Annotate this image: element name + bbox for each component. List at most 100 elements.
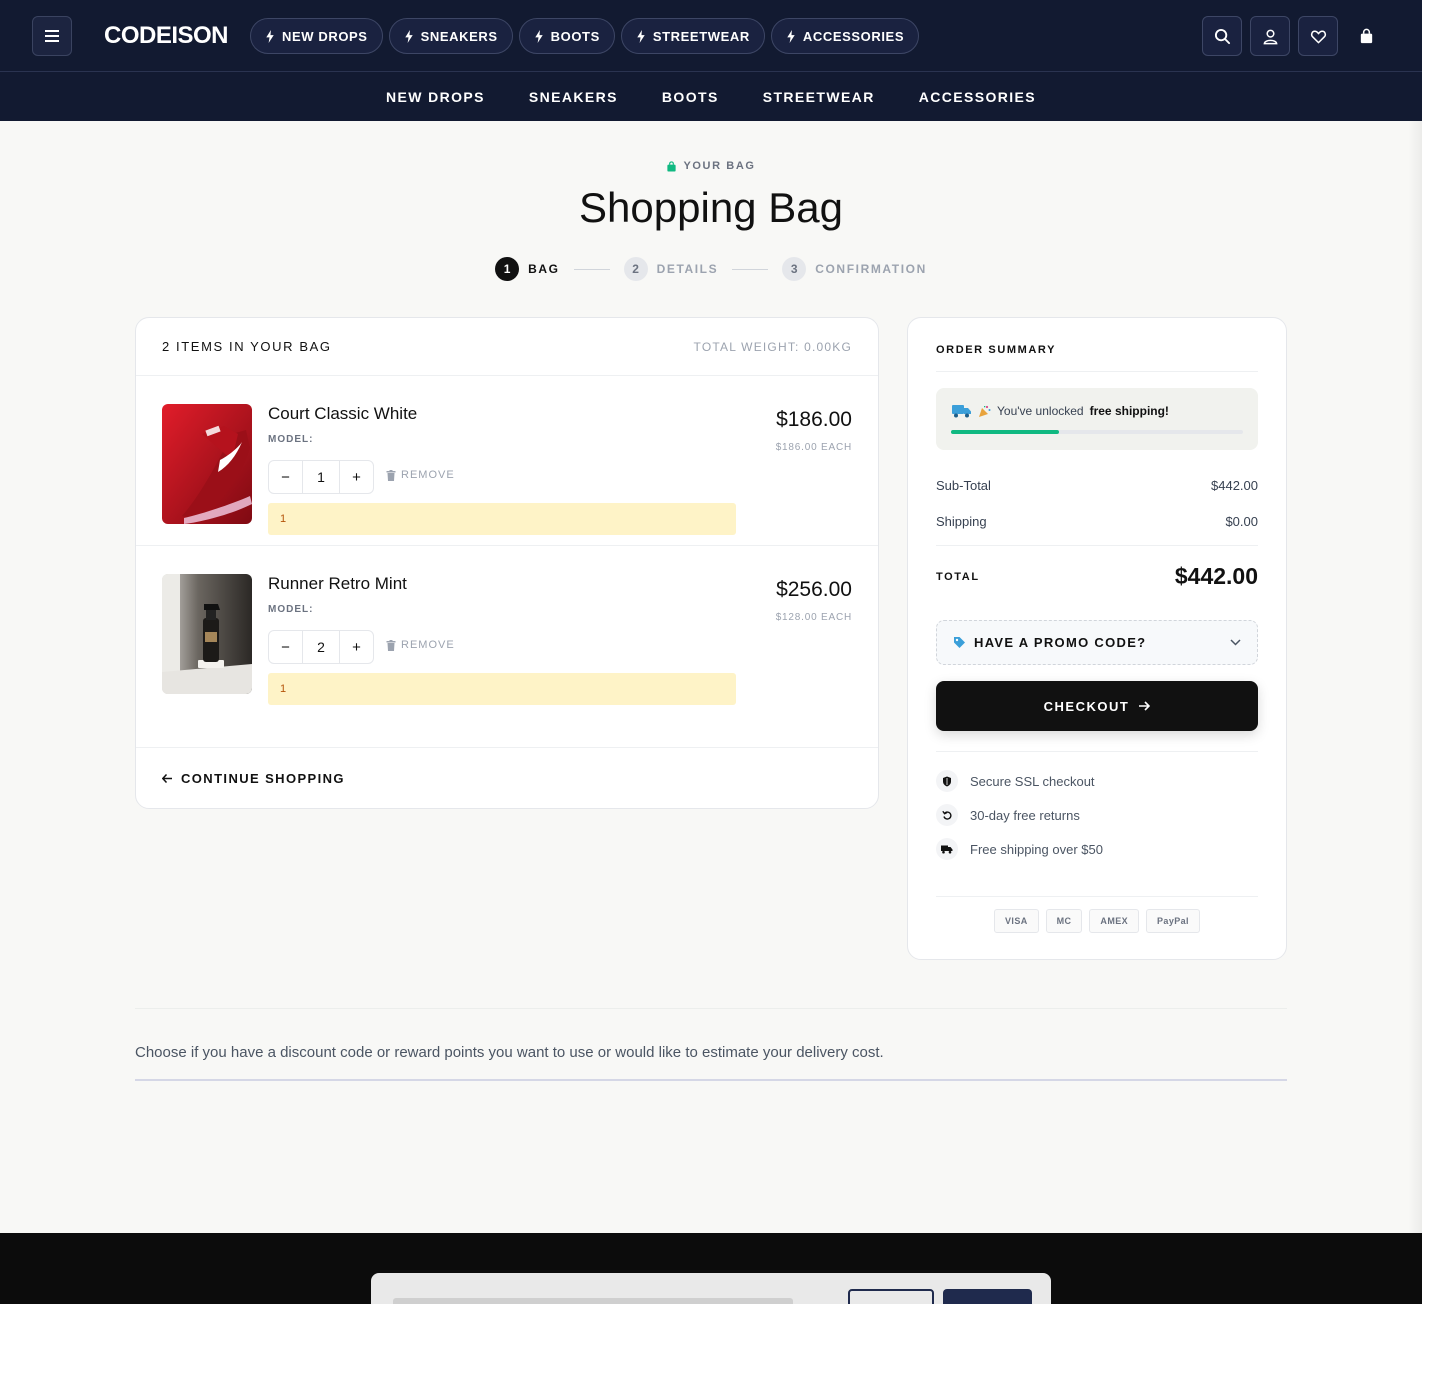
tag-icon (954, 637, 965, 648)
trust-label: 30-day free returns (970, 807, 1080, 823)
quantity-input[interactable]: 2 (302, 631, 340, 663)
remove-label: REMOVE (401, 469, 455, 481)
bag-header: 2 ITEMS IN YOUR BAG TOTAL WEIGHT: 0.00KG (136, 318, 878, 376)
subtotal-value: $442.00 (1211, 478, 1258, 493)
wishlist-button[interactable] (1298, 16, 1338, 56)
shipping-row: Shipping $0.00 (936, 514, 1258, 529)
cookie-decline-button[interactable] (848, 1289, 934, 1304)
trash-icon (386, 639, 396, 651)
bag-button[interactable] (1346, 16, 1386, 56)
product-name[interactable]: Court Classic White (268, 404, 417, 424)
pill-streetwear[interactable]: STREETWEAR (620, 18, 765, 54)
checkout-steps: 1 BAG 2 DETAILS 3 CONFIRMATION (0, 257, 1422, 281)
divider (936, 371, 1258, 372)
step-number: 3 (782, 257, 807, 281)
remove-button[interactable]: REMOVE (386, 639, 455, 651)
payment-methods: VISA MC AMEX PayPal (908, 909, 1286, 933)
main-nav: NEW DROPS SNEAKERS BOOTS STREETWEAR ACCE… (0, 72, 1422, 121)
promo-code-label: HAVE A PROMO CODE? (974, 635, 1147, 650)
heart-icon (1310, 30, 1326, 43)
trust-item: Secure SSL checkout (936, 770, 1095, 792)
cookie-banner-text (393, 1298, 793, 1304)
order-summary-title: ORDER SUMMARY (936, 344, 1057, 356)
trust-item: 30-day free returns (936, 804, 1080, 826)
decrease-button[interactable]: − (269, 469, 302, 486)
free-shipping-text: You've unlocked (997, 404, 1084, 418)
quantity-stepper: − 1 + (268, 460, 374, 494)
decrease-button[interactable]: − (269, 639, 302, 656)
arrow-right-icon (1139, 701, 1151, 711)
free-shipping-bold: free shipping! (1089, 404, 1169, 418)
nav-item-sneakers[interactable]: SNEAKERS (529, 89, 618, 105)
amex-badge: AMEX (1089, 909, 1140, 933)
top-header: CODEISON NEW DROPS SNEAKERS BOOTS STREET… (0, 0, 1422, 72)
truck-icon (936, 838, 958, 860)
trust-label: Free shipping over $50 (970, 841, 1103, 857)
pill-sneakers[interactable]: SNEAKERS (388, 18, 513, 54)
remove-label: REMOVE (401, 639, 455, 651)
bolt-icon (404, 29, 413, 43)
cookie-accept-button[interactable] (943, 1289, 1032, 1304)
product-image[interactable] (162, 404, 252, 524)
page: CODEISON NEW DROPS SNEAKERS BOOTS STREET… (0, 0, 1422, 1304)
party-popper-icon (979, 405, 991, 417)
shield-icon (936, 770, 958, 792)
cart-item: Court Classic White MODEL: − 1 + REMOVE … (136, 376, 878, 546)
product-photo (162, 404, 252, 524)
nav-item-boots[interactable]: BOOTS (662, 89, 719, 105)
step-confirmation: 3 CONFIRMATION (782, 257, 927, 281)
shipping-value: $0.00 (1225, 514, 1258, 529)
pill-accessories[interactable]: ACCESSORIES (770, 18, 920, 54)
stock-warning: 1 (268, 673, 736, 705)
item-unit-price: $186.00 EACH (775, 442, 852, 453)
total-label: TOTAL (936, 570, 980, 583)
category-pills: NEW DROPS SNEAKERS BOOTS STREETWEAR ACCE… (250, 18, 920, 54)
nav-item-streetwear[interactable]: STREETWEAR (763, 89, 875, 105)
product-model: MODEL: (268, 434, 314, 445)
discount-help-text: Choose if you have a discount code or re… (135, 1044, 884, 1061)
pill-label: BOOTS (550, 28, 600, 44)
nav-item-accessories[interactable]: ACCESSORIES (919, 89, 1036, 105)
pill-label: SNEAKERS (420, 28, 498, 44)
item-unit-price: $128.00 EACH (775, 612, 852, 623)
nav-item-new-drops[interactable]: NEW DROPS (386, 89, 485, 105)
increase-button[interactable]: + (340, 639, 373, 656)
bag-item-count: 2 ITEMS IN YOUR BAG (162, 339, 332, 354)
item-total-price: $186.00 (776, 408, 852, 431)
step-label: DETAILS (656, 262, 719, 276)
step-details: 2 DETAILS (623, 257, 719, 281)
pill-new-drops[interactable]: NEW DROPS (250, 18, 383, 54)
step-number: 2 (623, 257, 648, 281)
eyebrow: YOUR BAG (0, 160, 1422, 172)
menu-button[interactable] (32, 16, 72, 56)
checkout-button[interactable]: CHECKOUT (936, 681, 1258, 731)
footer (0, 1233, 1422, 1304)
arrow-left-icon (162, 773, 172, 783)
bolt-icon (637, 29, 645, 43)
bolt-icon (266, 29, 274, 43)
product-image[interactable] (162, 574, 252, 694)
trust-label: Secure SSL checkout (970, 773, 1095, 789)
remove-button[interactable]: REMOVE (386, 469, 455, 481)
quantity-input[interactable]: 1 (302, 461, 340, 493)
bag-icon (1360, 28, 1372, 43)
divider (135, 1008, 1287, 1009)
pill-boots[interactable]: BOOTS (518, 18, 615, 54)
increase-button[interactable]: + (340, 469, 373, 486)
product-model: MODEL: (268, 604, 314, 615)
step-divider (732, 268, 769, 270)
divider (936, 545, 1258, 546)
search-button[interactable] (1202, 16, 1242, 56)
promo-code-toggle[interactable]: HAVE A PROMO CODE? (936, 620, 1258, 665)
logo[interactable]: CODEISON (104, 22, 229, 50)
account-button[interactable] (1250, 16, 1290, 56)
trash-icon (386, 469, 396, 481)
subtotal-row: Sub-Total $442.00 (936, 478, 1258, 493)
product-photo (162, 574, 252, 694)
step-bag: 1 BAG (495, 257, 559, 281)
continue-shopping-link[interactable]: CONTINUE SHOPPING (136, 747, 878, 808)
user-icon (1263, 29, 1277, 44)
bag-total-weight: TOTAL WEIGHT: 0.00KG (693, 339, 852, 354)
trust-item: Free shipping over $50 (936, 838, 1103, 860)
product-name[interactable]: Runner Retro Mint (268, 574, 407, 594)
